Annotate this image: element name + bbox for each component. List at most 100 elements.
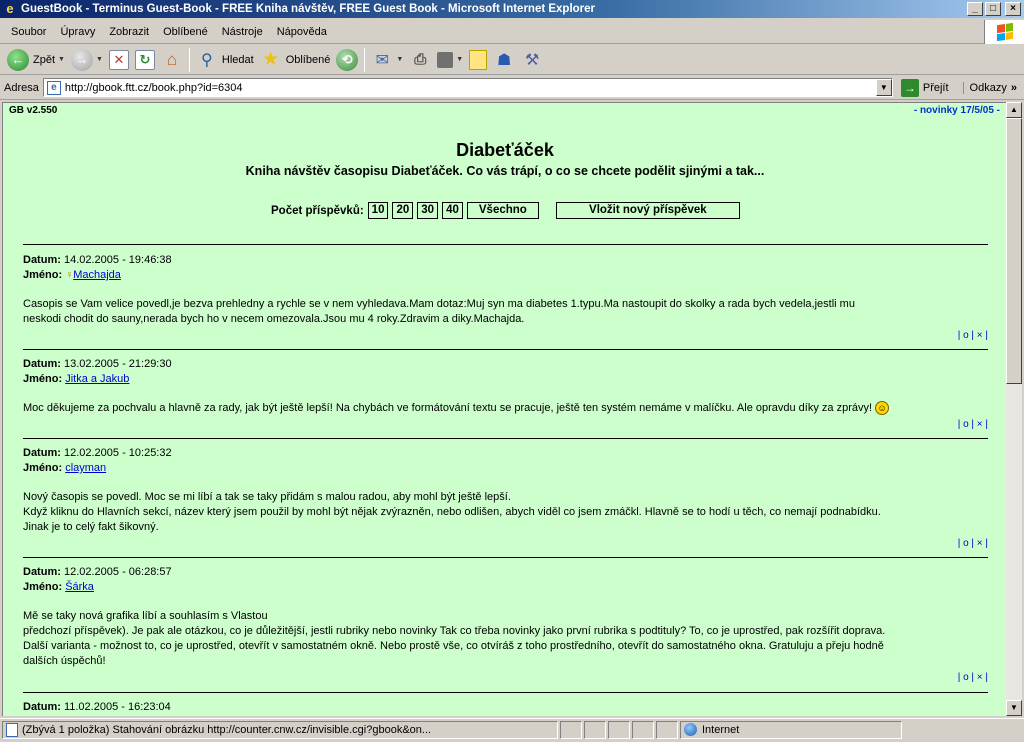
mail-button[interactable]: ✉ ▼ <box>368 47 406 73</box>
messenger-icon: ☗ <box>497 51 512 69</box>
refresh-button[interactable]: ↻ <box>132 47 158 73</box>
address-url[interactable]: http://gbook.ftt.cz/book.php?id=6304 <box>65 82 892 94</box>
status-cell <box>608 720 630 739</box>
entry-actions[interactable]: | o | × | <box>23 329 988 343</box>
toolbar-separator <box>364 47 366 72</box>
entry-date: 11.02.2005 - 16:23:04 <box>63 701 171 713</box>
guestbook-entry: Datum: 14.02.2005 - 19:46:38 Jméno: ♀Mac… <box>23 253 988 343</box>
scroll-down-button[interactable]: ▼ <box>1006 700 1022 716</box>
post-count-bar: Počet příspěvků: 10 20 30 40 Všechno Vlo… <box>271 202 740 219</box>
entry-author-link[interactable]: Machajda <box>73 269 121 281</box>
show-all-button[interactable]: Všechno <box>466 202 539 219</box>
message-line: neskodi chodit do sauny,nerada bych ho v… <box>23 313 525 325</box>
forward-button[interactable]: → ▼ <box>68 47 106 73</box>
entry-divider <box>23 349 988 350</box>
message-line: předchozí příspěvek). Je pak ale otázkou… <box>23 625 886 637</box>
new-post-button[interactable]: Vložit nový příspěvek <box>555 202 740 219</box>
research-button[interactable]: ⚒ <box>518 47 546 73</box>
back-button[interactable]: ← Zpět ▼ <box>4 47 68 73</box>
menu-bar: Soubor Úpravy Zobrazit Oblíbené Nástroje… <box>0 20 1024 44</box>
search-button[interactable]: ⚲ Hledat <box>193 47 257 73</box>
home-button[interactable]: ⌂ <box>158 47 186 73</box>
maximize-button[interactable]: □ <box>985 2 1001 16</box>
window-titlebar[interactable]: e GuestBook - Terminus Guest-Book - FREE… <box>0 0 1024 18</box>
messenger-button[interactable]: ☗ <box>490 47 518 73</box>
menu-tools[interactable]: Nástroje <box>215 26 270 38</box>
vertical-scrollbar[interactable]: ▲ ▼ <box>1006 102 1022 716</box>
print-button[interactable]: ⎙ <box>406 47 434 73</box>
toolbar-separator <box>188 47 190 72</box>
printer-icon: ⎙ <box>414 51 427 68</box>
edit-button[interactable]: ▼ <box>434 47 466 73</box>
menu-view[interactable]: Zobrazit <box>102 26 156 38</box>
count-20-button[interactable]: 20 <box>392 202 414 219</box>
go-button[interactable]: Přejít <box>923 82 949 94</box>
message-line: Další varianta - možnost to, co je upros… <box>23 640 884 652</box>
message-line: Když kliknu do Hlavních sekcí, název kte… <box>23 506 881 518</box>
message-line: Mě se taky nová grafika líbí a souhlasím… <box>23 610 268 622</box>
entry-actions[interactable]: | o | × | <box>23 537 988 551</box>
scroll-up-button[interactable]: ▲ <box>1006 102 1022 118</box>
stop-icon: ✕ <box>108 49 129 70</box>
mail-dropdown-icon[interactable]: ▼ <box>396 56 403 63</box>
count-10-button[interactable]: 10 <box>367 202 389 219</box>
refresh-icon: ↻ <box>134 49 155 70</box>
count-40-button[interactable]: 40 <box>442 202 463 219</box>
message-line: Casopis se Vam velice povedl,je bezva pr… <box>23 298 855 310</box>
post-count-label: Počet příspěvků: <box>271 204 364 217</box>
name-label: Jméno: <box>23 373 63 385</box>
entry-actions[interactable]: | o | × | <box>23 671 988 685</box>
go-arrow-icon[interactable]: → <box>900 78 919 97</box>
status-cell <box>656 720 678 739</box>
menu-help[interactable]: Nápověda <box>270 26 334 38</box>
minimize-button[interactable]: _ <box>967 2 983 16</box>
security-zone: Internet <box>680 720 902 739</box>
message-line: dalších úspěchů! <box>23 655 106 667</box>
menu-edit[interactable]: Úpravy <box>53 26 102 38</box>
news-link[interactable]: - novinky 17/5/05 - <box>914 105 1000 116</box>
entry-actions[interactable]: | o | × | <box>23 418 988 432</box>
address-bar: Adresa e http://gbook.ftt.cz/book.php?id… <box>0 76 1024 100</box>
address-label: Adresa <box>4 81 39 94</box>
guestbook-entry: Datum: 13.02.2005 - 21:29:30 Jméno: Jitk… <box>23 357 988 432</box>
page-subtitle: Kniha návštěv časopisu Diabeťáček. Co vá… <box>245 164 765 178</box>
toolbar: ← Zpět ▼ → ▼ ✕ ↻ ⌂ ⚲ Hledat ★ Oblíbené ⟲… <box>0 45 1024 75</box>
edit-dropdown-icon[interactable]: ▼ <box>456 56 463 63</box>
menu-favorites[interactable]: Oblíbené <box>156 26 215 38</box>
address-input[interactable]: e http://gbook.ftt.cz/book.php?id=6304 ▼ <box>42 78 893 97</box>
entry-author-link[interactable]: Šárka <box>65 581 94 593</box>
page-title: Diabeťáček <box>456 140 554 160</box>
scroll-thumb[interactable] <box>1006 118 1022 384</box>
status-text: (Zbývá 1 položka) Stahování obrázku http… <box>22 723 432 736</box>
links-chevron-icon[interactable]: » <box>1011 82 1017 94</box>
zone-label: Internet <box>702 723 740 736</box>
guestbook-entry: Datum: 12.02.2005 - 10:25:32 Jméno: clay… <box>23 446 988 551</box>
discuss-button[interactable] <box>466 47 490 73</box>
forward-dropdown-icon[interactable]: ▼ <box>96 56 103 63</box>
count-30-button[interactable]: 30 <box>417 202 439 219</box>
history-button[interactable]: ⟲ <box>333 47 361 73</box>
entry-author-link[interactable]: clayman <box>65 462 106 474</box>
guestbook-entry: Datum: 11.02.2005 - 16:23:04 <box>23 700 988 715</box>
favorites-label: Oblíbené <box>285 53 331 66</box>
globe-icon <box>684 723 697 736</box>
menu-file[interactable]: Soubor <box>4 26 53 38</box>
forward-arrow-icon: → <box>70 48 93 71</box>
favorites-button[interactable]: ★ Oblíbené <box>257 47 334 73</box>
back-dropdown-icon[interactable]: ▼ <box>58 56 65 63</box>
page-content: GB v2.550 - novinky 17/5/05 - Diabeťáček… <box>2 102 1006 716</box>
back-arrow-icon: ← <box>7 48 29 71</box>
windows-logo <box>984 20 1024 44</box>
guestbook-entry: Datum: 12.02.2005 - 06:28:57 Jméno: Šárk… <box>23 565 988 685</box>
date-label: Datum: <box>23 447 61 459</box>
entry-author-link[interactable]: Jitka a Jakub <box>65 373 129 385</box>
smiley-icon: ☺ <box>875 401 890 416</box>
entry-date: 12.02.2005 - 10:25:32 <box>63 447 172 459</box>
search-label: Hledat <box>221 53 254 66</box>
edit-icon <box>437 51 454 68</box>
close-button[interactable]: × <box>1005 2 1021 16</box>
address-dropdown-icon[interactable]: ▼ <box>875 79 892 96</box>
stop-button[interactable]: ✕ <box>106 47 132 73</box>
links-button[interactable]: Odkazy <box>962 81 1007 94</box>
entry-date: 13.02.2005 - 21:29:30 <box>63 358 172 370</box>
